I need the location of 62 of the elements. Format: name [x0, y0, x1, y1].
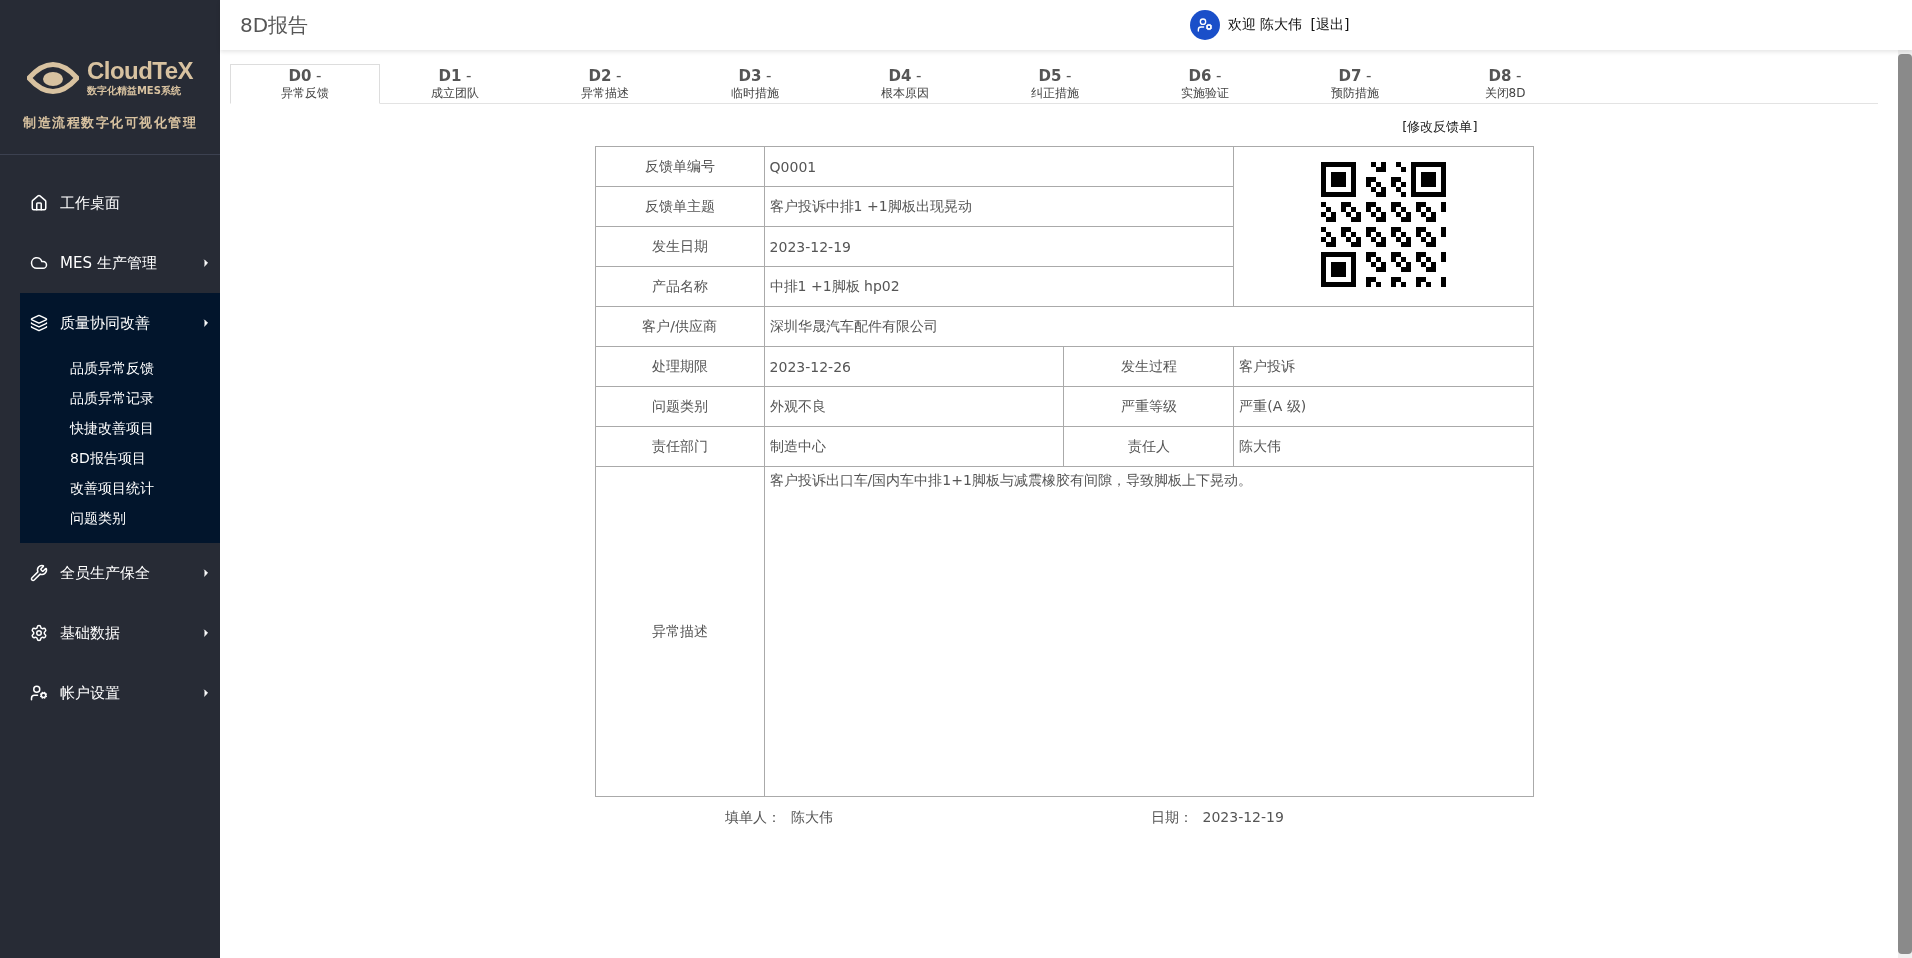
- field-value: 客户投诉: [1233, 346, 1533, 387]
- field-value: 严重(A 级): [1233, 386, 1533, 427]
- submenu-item[interactable]: 改善项目统计: [20, 473, 220, 503]
- step-tab[interactable]: D8 - 关闭8D: [1430, 64, 1580, 104]
- menu-item-icon: [30, 684, 48, 702]
- field-value: 制造中心: [764, 426, 1064, 467]
- field-label: 严重等级: [1063, 386, 1234, 427]
- logo-name: CloudTeX: [86, 58, 194, 84]
- slogan: 制造流程数字化可视化管理: [23, 114, 197, 132]
- eye-logo-icon: [26, 59, 79, 97]
- menu-item-icon: [30, 194, 48, 212]
- scrollbar[interactable]: [1898, 50, 1912, 958]
- field-value: Q0001: [764, 146, 1234, 187]
- submenu-item[interactable]: 快捷改善项目: [20, 413, 220, 443]
- field-label: 异常描述: [595, 466, 765, 797]
- step-tab[interactable]: D1 - 成立团队: [380, 64, 530, 104]
- logo-subtitle: 数字化精益MES系统: [86, 84, 181, 98]
- field-label: 责任人: [1063, 426, 1234, 467]
- step-tab[interactable]: D4 - 根本原因: [830, 64, 980, 104]
- filler-label: 填单人：: [723, 809, 781, 827]
- menu-item-icon: [30, 314, 48, 332]
- menu-item-icon: [30, 564, 48, 582]
- step-tab[interactable]: D5 - 纠正措施: [980, 64, 1130, 104]
- submenu-item[interactable]: 品质异常记录: [20, 383, 220, 413]
- field-value: 客户投诉出口车/国内车中排1+1脚板与减震橡胶有间隙，导致脚板上下晃动。: [764, 466, 1533, 797]
- step-tab[interactable]: D6 - 实施验证: [1130, 64, 1280, 104]
- greeting: 欢迎 陈大伟: [1228, 16, 1303, 34]
- step-tab[interactable]: D2 - 异常描述: [530, 64, 680, 104]
- field-label: 产品名称: [595, 266, 765, 307]
- submenu-item[interactable]: 品质异常反馈: [20, 353, 220, 383]
- field-label: 问题类别: [595, 386, 765, 427]
- filler-name: 陈大伟: [790, 809, 834, 827]
- step-tab[interactable]: D0 - 异常反馈: [230, 64, 380, 104]
- date-value: 2023-12-19: [1202, 809, 1285, 827]
- field-value: 陈大伟: [1233, 426, 1533, 467]
- field-value: 深圳华晟汽车配件有限公司: [764, 306, 1533, 347]
- field-label: 发生过程: [1063, 346, 1234, 387]
- menu-item-icon: [30, 624, 48, 642]
- date-label: 日期：: [1149, 809, 1193, 827]
- field-value: 2023-12-26: [764, 346, 1064, 387]
- logout-link[interactable]: [退出]: [1310, 16, 1350, 34]
- field-label: 发生日期: [595, 226, 765, 267]
- sidebar-item[interactable]: 基础数据: [0, 603, 220, 663]
- submenu-item[interactable]: 问题类别: [20, 503, 220, 533]
- menu-item-icon: [30, 254, 48, 272]
- step-tab[interactable]: D3 - 临时措施: [680, 64, 830, 104]
- field-label: 责任部门: [595, 426, 765, 467]
- sidebar-item[interactable]: 质量协同改善: [20, 293, 220, 353]
- sidebar-item[interactable]: 全员生产保全: [0, 543, 220, 603]
- page-title: 8D报告: [240, 11, 310, 39]
- submenu-item[interactable]: 8D报告项目: [20, 443, 220, 473]
- field-label: 处理期限: [595, 346, 765, 387]
- edit-feedback-link[interactable]: [修改反馈单]: [1402, 118, 1478, 136]
- sidebar-item[interactable]: 帐户设置: [0, 663, 220, 723]
- field-label: 反馈单主题: [595, 186, 765, 227]
- field-label: 反馈单编号: [595, 146, 765, 187]
- field-value: 外观不良: [764, 386, 1064, 427]
- sidebar-item[interactable]: 工作桌面: [0, 173, 220, 233]
- sidebar-item[interactable]: MES 生产管理: [0, 233, 220, 293]
- user-avatar-icon: [1190, 10, 1220, 40]
- field-label: 客户/供应商: [595, 306, 765, 347]
- step-tab[interactable]: D7 - 预防措施: [1280, 64, 1430, 104]
